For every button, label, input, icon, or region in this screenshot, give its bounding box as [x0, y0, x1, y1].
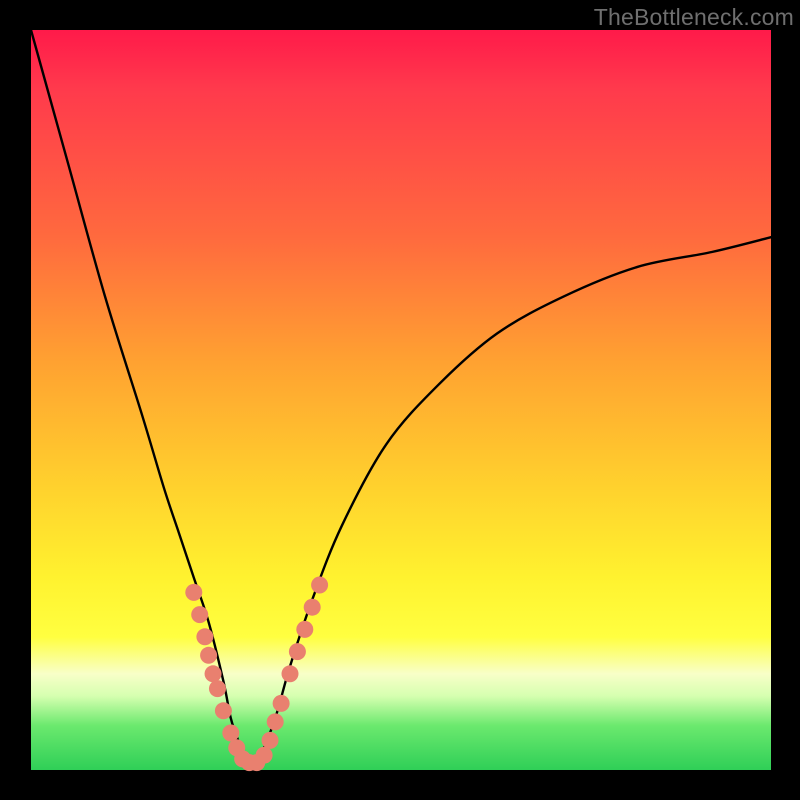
- data-mark: [296, 621, 313, 638]
- plot-area: [31, 30, 771, 770]
- data-mark: [289, 643, 306, 660]
- watermark-text: TheBottleneck.com: [594, 4, 794, 31]
- data-marks: [185, 577, 328, 772]
- chart-frame: TheBottleneck.com: [0, 0, 800, 800]
- bottleneck-curve: [31, 30, 771, 763]
- data-mark: [262, 732, 279, 749]
- data-mark: [191, 606, 208, 623]
- curve-layer: [31, 30, 771, 770]
- data-mark: [209, 680, 226, 697]
- data-mark: [256, 747, 273, 764]
- data-mark: [273, 695, 290, 712]
- data-mark: [196, 628, 213, 645]
- data-mark: [267, 713, 284, 730]
- data-mark: [222, 725, 239, 742]
- data-mark: [311, 577, 328, 594]
- data-mark: [215, 702, 232, 719]
- data-mark: [185, 584, 202, 601]
- data-mark: [205, 665, 222, 682]
- data-mark: [282, 665, 299, 682]
- data-mark: [304, 599, 321, 616]
- data-mark: [200, 647, 217, 664]
